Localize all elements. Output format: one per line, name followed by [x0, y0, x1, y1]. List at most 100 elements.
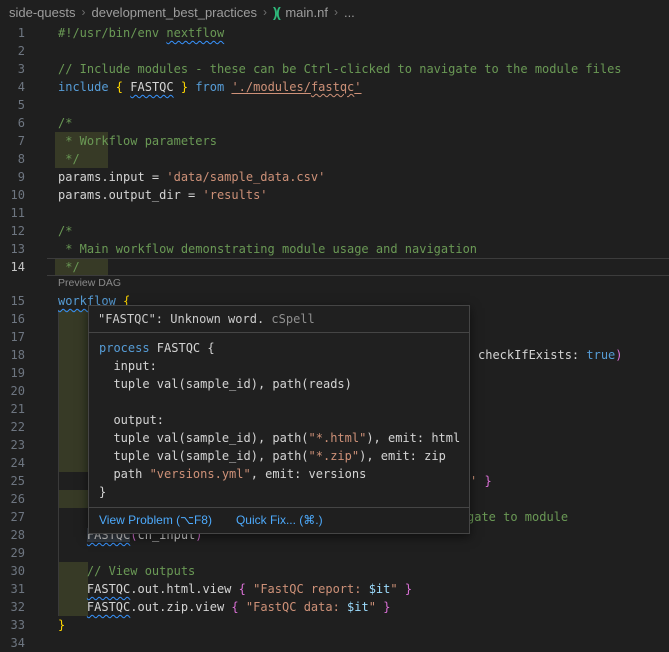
code-line[interactable]: 14 */ [0, 258, 669, 276]
code-line[interactable]: 11 [0, 204, 669, 222]
line-content: * Main workflow demonstrating module usa… [58, 240, 477, 258]
code-token: // Include modules - these can be Ctrl-c… [58, 62, 622, 76]
code-token: #!/usr/bin/env [58, 26, 166, 40]
code-token: checkIfExists: [478, 348, 586, 362]
chevron-right-icon: › [334, 5, 338, 19]
code-line[interactable]: 29 [0, 544, 669, 562]
code-line[interactable]: 5 [0, 96, 669, 114]
code-line[interactable]: 30 // View outputs [0, 562, 669, 580]
popup-action-bar: View Problem (⌥F8) Quick Fix... (⌘.) [89, 507, 469, 533]
code-line[interactable]: 8 */ [0, 150, 669, 168]
line-content: // View outputs [58, 562, 195, 580]
line-content: * Workflow parameters [58, 132, 217, 150]
code-token: } [181, 80, 188, 94]
line-number: 13 [0, 240, 25, 258]
line-number: 29 [0, 544, 25, 562]
line-number: 24 [0, 454, 25, 472]
code-token: "versions.yml" [150, 467, 251, 481]
code-line[interactable]: 12 /* [0, 222, 669, 240]
line-number: 31 [0, 580, 25, 598]
popup-code-line: } [99, 483, 459, 501]
code-token: $it [347, 600, 369, 614]
breadcrumb-item-side-quests[interactable]: side-quests [9, 5, 75, 20]
code-token: */ [58, 152, 80, 166]
code-token: gate to module [467, 510, 568, 524]
code-token: tuple val(sample_id), path(reads) [99, 377, 352, 391]
code-line[interactable]: 9 params.input = 'data/sample_data.csv' [0, 168, 669, 186]
line-number: 10 [0, 186, 25, 204]
popup-code-line: tuple val(sample_id), path("*.html"), em… [99, 429, 459, 447]
code-line[interactable]: 2 [0, 42, 669, 60]
line-content: /* [58, 114, 72, 132]
popup-diagnostic-message: "FASTQC": Unknown word. cSpell [89, 306, 469, 333]
popup-code-line: process FASTQC { [99, 339, 459, 357]
code-token: // View outputs [58, 564, 195, 578]
code-token: , emit: versions [251, 467, 367, 481]
line-number: 11 [0, 204, 25, 222]
code-token: } [405, 582, 412, 596]
code-token: path [99, 467, 150, 481]
code-token: { [239, 582, 246, 596]
line-content: // Include modules - these can be Ctrl-c… [58, 60, 622, 78]
line-number: 6 [0, 114, 25, 132]
current-line-border [47, 258, 669, 276]
line-number: 8 [0, 150, 25, 168]
diagnostic-text: "FASTQC": Unknown word. [98, 312, 264, 326]
code-line[interactable]: 31 FASTQC.out.html.view { "FastQC report… [0, 580, 669, 598]
nextflow-file-icon: )( [273, 4, 279, 20]
popup-code-line [99, 393, 459, 411]
breadcrumb-item-main-nf[interactable]: main.nf [285, 5, 328, 20]
popup-code-line: output: [99, 411, 459, 429]
breadcrumb-item-development-best-practices[interactable]: development_best_practices [91, 5, 257, 20]
line-content: */ [58, 150, 80, 168]
code-line[interactable]: 34 [0, 634, 669, 652]
code-token: "FastQC data: [246, 600, 347, 614]
code-token: "*.html" [309, 431, 367, 445]
quick-fix-button[interactable]: Quick Fix... (⌘.) [236, 513, 323, 527]
line-number: 9 [0, 168, 25, 186]
code-token: { [116, 80, 123, 94]
code-line[interactable]: 3// Include modules - these can be Ctrl-… [0, 60, 669, 78]
code-token: * Main workflow demonstrating module usa… [58, 242, 477, 256]
code-token: params.input = [58, 170, 166, 184]
code-line[interactable]: 6 /* [0, 114, 669, 132]
code-line[interactable]: 7 * Workflow parameters [0, 132, 669, 150]
codelens-preview-dag[interactable]: Preview DAG [58, 276, 121, 291]
code-token: ) [615, 348, 622, 362]
diagnostic-source: cSpell [271, 312, 314, 326]
code-line[interactable]: 33} [0, 616, 669, 634]
code-line[interactable]: 10params.output_dir = 'results' [0, 186, 669, 204]
code-token: * Workflow parameters [58, 134, 217, 148]
code-line[interactable]: 13 * Main workflow demonstrating module … [0, 240, 669, 258]
line-number: 28 [0, 526, 25, 544]
code-line[interactable]: 4include { FASTQC } from './modules/fast… [0, 78, 669, 96]
line-number: 12 [0, 222, 25, 240]
code-token [174, 80, 181, 94]
popup-code-line: input: [99, 357, 459, 375]
line-number: 21 [0, 400, 25, 418]
code-token: " [369, 600, 376, 614]
code-token: true [586, 348, 615, 362]
line-number: 15 [0, 292, 25, 310]
view-problem-button[interactable]: View Problem (⌥F8) [99, 513, 212, 527]
line-number: 19 [0, 364, 25, 382]
code-token: 'data/sample_data.csv' [166, 170, 325, 184]
codelens-row: Preview DAG [0, 276, 669, 292]
line-number: 14 [0, 258, 25, 276]
code-token: { [231, 600, 238, 614]
code-token: "*.zip" [309, 449, 360, 463]
line-content: #!/usr/bin/env nextflow [58, 24, 224, 42]
code-token: $it [369, 582, 391, 596]
line-number: 27 [0, 508, 25, 526]
line-number: 7 [0, 132, 25, 150]
code-token: /* [58, 224, 72, 238]
code-token: FASTQC [130, 80, 173, 94]
breadcrumb-item-symbol-path[interactable]: ... [344, 5, 355, 20]
code-line[interactable]: 1#!/usr/bin/env nextflow [0, 24, 669, 42]
popup-code-line: tuple val(sample_id), path("*.zip"), emi… [99, 447, 459, 465]
code-line[interactable]: 32 FASTQC.out.zip.view { "FastQC data: $… [0, 598, 669, 616]
line-content: FASTQC.out.zip.view { "FastQC data: $it"… [58, 598, 390, 616]
chevron-right-icon: › [263, 5, 267, 19]
popup-code-preview: process FASTQC { input: tuple val(sample… [89, 333, 469, 507]
line-number: 17 [0, 328, 25, 346]
